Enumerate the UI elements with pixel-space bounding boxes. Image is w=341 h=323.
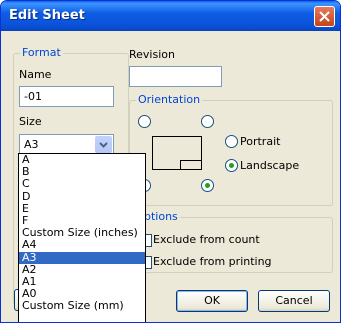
size-dropdown-item[interactable]: A4 <box>19 239 145 251</box>
size-dropdown-list[interactable]: A B C D E F Custom Size (inches) A4 A3 A2 A1 A0 Cust… <box>18 153 146 322</box>
size-combobox-arrow[interactable] <box>95 136 112 153</box>
close-button[interactable] <box>314 6 335 27</box>
cancel-button[interactable]: Cancel <box>258 290 330 312</box>
revision-input[interactable] <box>129 66 222 87</box>
portrait-radio[interactable] <box>225 135 238 148</box>
title-bar[interactable]: Edit Sheet <box>1 1 340 31</box>
orientation-corner-top-left-radio[interactable] <box>138 115 151 128</box>
size-dropdown-item[interactable]: B <box>19 165 145 178</box>
revision-label: Revision <box>129 48 175 61</box>
close-icon <box>319 11 330 22</box>
name-label: Name <box>19 68 52 81</box>
size-dropdown-item[interactable]: A <box>19 153 145 166</box>
size-dropdown-item[interactable]: A3 <box>19 251 145 264</box>
format-legend: Format <box>20 46 63 59</box>
sheet-preview <box>152 136 202 170</box>
landscape-label: Landscape <box>240 159 300 172</box>
chevron-down-icon <box>99 142 108 148</box>
orientation-corner-bottom-right-radio[interactable] <box>201 179 214 192</box>
ok-button[interactable]: OK <box>176 290 248 312</box>
size-dropdown-item[interactable]: A1 <box>19 275 145 288</box>
name-input[interactable]: -01 <box>19 86 114 107</box>
size-combobox-value: A3 <box>24 138 39 151</box>
size-combobox[interactable]: A3 <box>19 134 114 155</box>
title-block-preview <box>180 160 201 169</box>
size-dropdown-item[interactable]: E <box>19 202 145 215</box>
exclude-printing-label: Exclude from printing <box>153 255 272 268</box>
orientation-legend: Orientation <box>136 93 203 106</box>
window-title: Edit Sheet <box>9 8 85 23</box>
landscape-radio[interactable] <box>225 159 238 172</box>
exclude-count-label: Exclude from count <box>153 233 260 246</box>
size-dropdown-item[interactable]: D <box>19 190 145 203</box>
edit-sheet-dialog: Edit Sheet Format Name -01 Size A3 Revis… <box>0 0 341 323</box>
size-dropdown-item[interactable]: A2 <box>19 263 145 276</box>
size-label: Size <box>19 115 42 128</box>
size-dropdown-item[interactable]: Custom Size (mm) <box>19 300 145 312</box>
options-legend: ptions <box>142 210 180 223</box>
portrait-label: Portrait <box>240 135 281 148</box>
size-dropdown-item[interactable]: C <box>19 178 145 190</box>
orientation-corner-top-right-radio[interactable] <box>201 115 214 128</box>
size-dropdown-item[interactable]: Custom Size (inches) <box>19 226 145 239</box>
